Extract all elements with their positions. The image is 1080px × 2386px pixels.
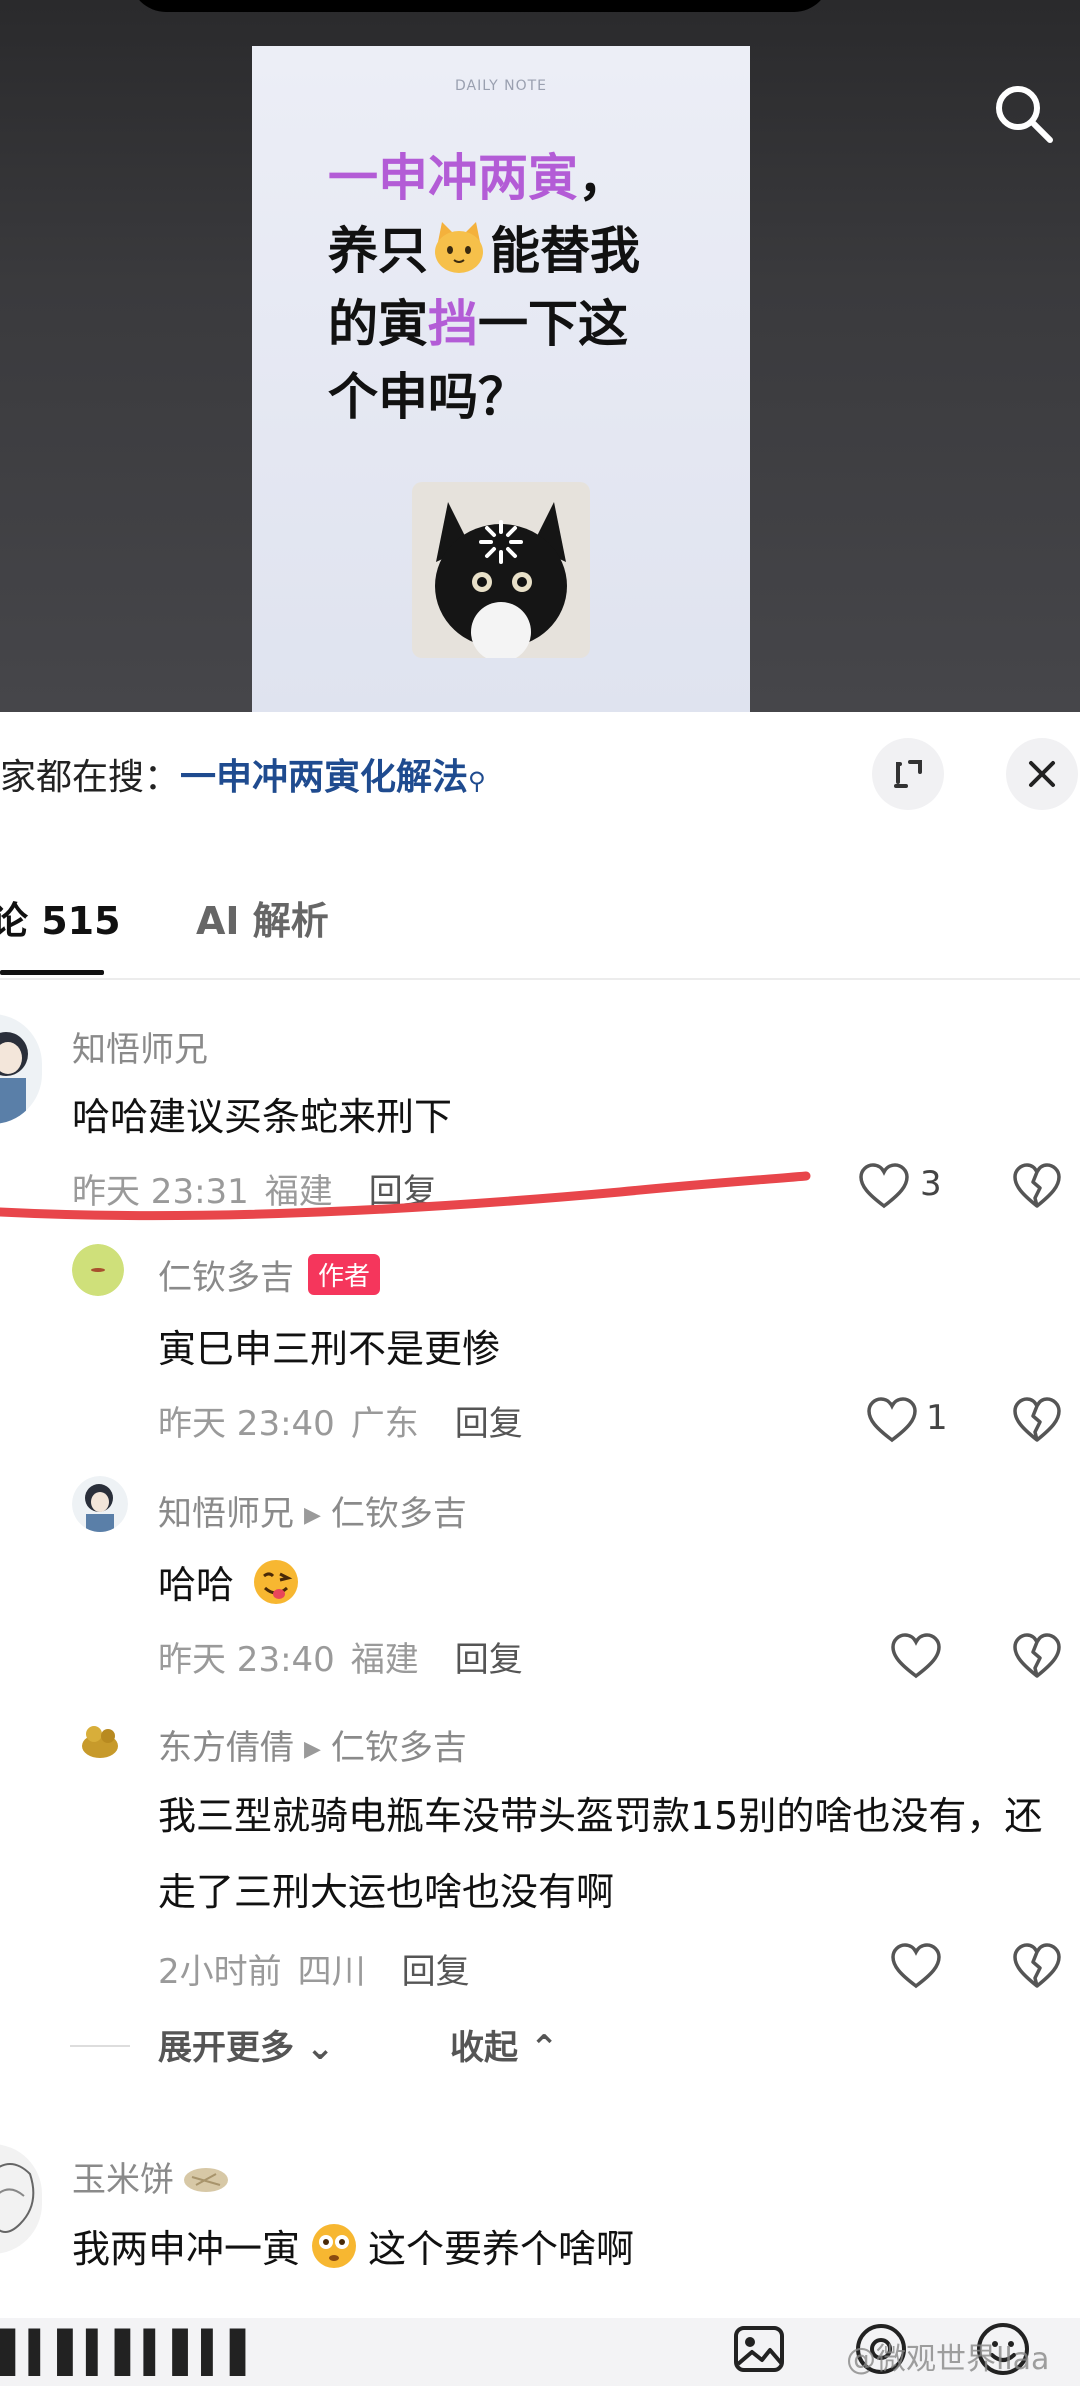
avatar[interactable]: [0, 1014, 42, 1124]
comment-text-b: 这个要养个啥啊: [368, 2227, 635, 2271]
author-badge: 作者: [308, 1254, 381, 1295]
reply-arrow-icon: ▶: [304, 1503, 321, 1528]
flushed-emoji-icon: [312, 2224, 357, 2268]
heart-icon[interactable]: [858, 1162, 910, 1210]
expand-button[interactable]: [872, 738, 944, 810]
hot-search-row[interactable]: 家都在搜：一申冲两寅化解法⚲: [0, 748, 486, 800]
reply-time: 昨天 23:40: [158, 1640, 335, 1680]
note-line1-highlight: 一申冲两寅: [328, 149, 578, 207]
heart-icon[interactable]: [890, 1942, 942, 1990]
camera-notch: [130, 0, 830, 12]
reply-username-text: 仁钦多吉: [158, 1258, 294, 1298]
image-icon[interactable]: [730, 2320, 788, 2378]
comment-text: 我两申冲一寅 这个要养个啥啊: [72, 2218, 634, 2273]
note-card-label: DAILY NOTE: [454, 78, 548, 94]
close-icon: [1029, 761, 1055, 787]
comment-username[interactable]: 玉米饼: [72, 2152, 230, 2201]
reply-text: 寅巳申三刑不是更惨: [158, 1327, 501, 1371]
reply-location: 广东: [350, 1404, 419, 1444]
note-line2-b: 能替我: [490, 222, 640, 280]
expand-more-button[interactable]: 展开更多 ⌄: [158, 2020, 334, 2069]
cat-emoji-icon: [435, 222, 483, 273]
heart-icon[interactable]: [866, 1396, 918, 1444]
broken-heart-icon[interactable]: [1012, 1942, 1062, 1990]
reply-button[interactable]: 回复: [402, 1952, 470, 1992]
reply-meta: 2小时前 四川 回复: [158, 1944, 470, 1993]
reply-to-username[interactable]: 仁钦多吉: [331, 1728, 467, 1768]
heart-icon[interactable]: [890, 1632, 942, 1680]
collapse-button[interactable]: 收起 ⌃: [450, 2020, 558, 2069]
wink-tongue-emoji-icon: [254, 1560, 299, 1604]
like-count: 3: [920, 1164, 942, 1204]
reply-username[interactable]: 东方倩倩 ▶ 仁钦多吉: [158, 1720, 467, 1769]
pancake-emoji-icon: [184, 2168, 228, 2192]
tab-comments[interactable]: 论 515: [0, 890, 121, 945]
reply-text: 哈哈: [158, 1554, 300, 1609]
reply-time: 2小时前: [158, 1952, 282, 1992]
close-button[interactable]: [1006, 738, 1078, 810]
comment-username[interactable]: 知悟师兄: [72, 1022, 208, 1071]
expand-icon: [894, 760, 922, 788]
reply-username[interactable]: 仁钦多吉 作者: [158, 1250, 381, 1299]
avatar[interactable]: [72, 1476, 128, 1532]
cat-photo: [412, 482, 590, 658]
avatar[interactable]: [72, 1712, 128, 1768]
avatar[interactable]: [72, 1244, 124, 1296]
broken-heart-icon[interactable]: [1012, 1396, 1062, 1444]
note-line1-rest: ，: [578, 149, 628, 207]
comment-text: 哈哈建议买条蛇来刑下: [72, 1095, 453, 1139]
broken-heart-icon[interactable]: [1012, 1632, 1062, 1680]
reply-location: 福建: [350, 1640, 419, 1680]
reply-location: 四川: [297, 1952, 366, 1992]
broken-heart-icon[interactable]: [1012, 1162, 1062, 1210]
reply-text-body: 哈哈: [158, 1563, 235, 1607]
note-line2-a: 养只: [328, 222, 428, 280]
hot-search-link[interactable]: 一申冲两寅化解法: [180, 757, 468, 798]
watermark: @微观世界llaa: [846, 2342, 1050, 2377]
reply-username-text: 东方倩倩: [158, 1728, 294, 1768]
note-line3-b: 一下这: [478, 295, 628, 353]
reply-meta: 昨天 23:40 广东 回复: [158, 1396, 523, 1445]
tab-divider: [0, 978, 1080, 980]
reply-to-username[interactable]: 仁钦多吉: [331, 1494, 467, 1534]
reply-arrow-icon: ▶: [304, 1737, 321, 1762]
video-player[interactable]: DAILY NOTE 一申冲两寅， 养只 能替我 的寅挡一下这 个申吗？: [0, 0, 1080, 712]
comment-text-a: 我两申冲一寅: [72, 2227, 301, 2271]
avatar[interactable]: [0, 2144, 42, 2254]
reply-time: 昨天 23:40: [158, 1404, 335, 1444]
expand-divider: [70, 2045, 130, 2047]
search-icon[interactable]: [992, 82, 1056, 146]
hot-search-prefix: 家都在搜：: [0, 757, 181, 798]
chevron-down-icon: ⌄: [294, 2028, 335, 2068]
reply-text: 我三型就骑电瓶车没带头盔罚款15别的啥也没有，还走了三刑大运也啥也没有啊: [158, 1794, 1043, 1914]
tab-ai-analysis[interactable]: AI 解析: [196, 890, 329, 945]
search-icon: ⚲: [468, 767, 486, 795]
comment-input[interactable]: ▌▍▌▍▌▍▌▍▌: [0, 2330, 261, 2376]
active-tab-indicator: [0, 970, 104, 975]
reply-username-text: 知悟师兄: [158, 1494, 294, 1534]
chevron-up-icon: ⌃: [518, 2028, 559, 2068]
note-card-text: 一申冲两寅， 养只 能替我 的寅挡一下这 个申吗？: [328, 142, 728, 434]
comment-username-text: 玉米饼: [72, 2160, 174, 2200]
reply-button[interactable]: 回复: [455, 1404, 523, 1444]
annotation-underline: [0, 1171, 811, 1221]
note-card: DAILY NOTE 一申冲两寅， 养只 能替我 的寅挡一下这 个申吗？: [252, 46, 750, 712]
reply-meta: 昨天 23:40 福建 回复: [158, 1632, 523, 1681]
note-line3-highlight: 挡: [428, 295, 478, 353]
note-line4: 个申吗？: [328, 368, 528, 426]
reply-button[interactable]: 回复: [455, 1640, 523, 1680]
reply-username[interactable]: 知悟师兄 ▶ 仁钦多吉: [158, 1486, 467, 1535]
collapse-label: 收起: [450, 2028, 518, 2068]
note-line3-a: 的寅: [328, 295, 428, 353]
expand-more-label: 展开更多: [158, 2028, 294, 2068]
like-count: 1: [926, 1398, 948, 1438]
